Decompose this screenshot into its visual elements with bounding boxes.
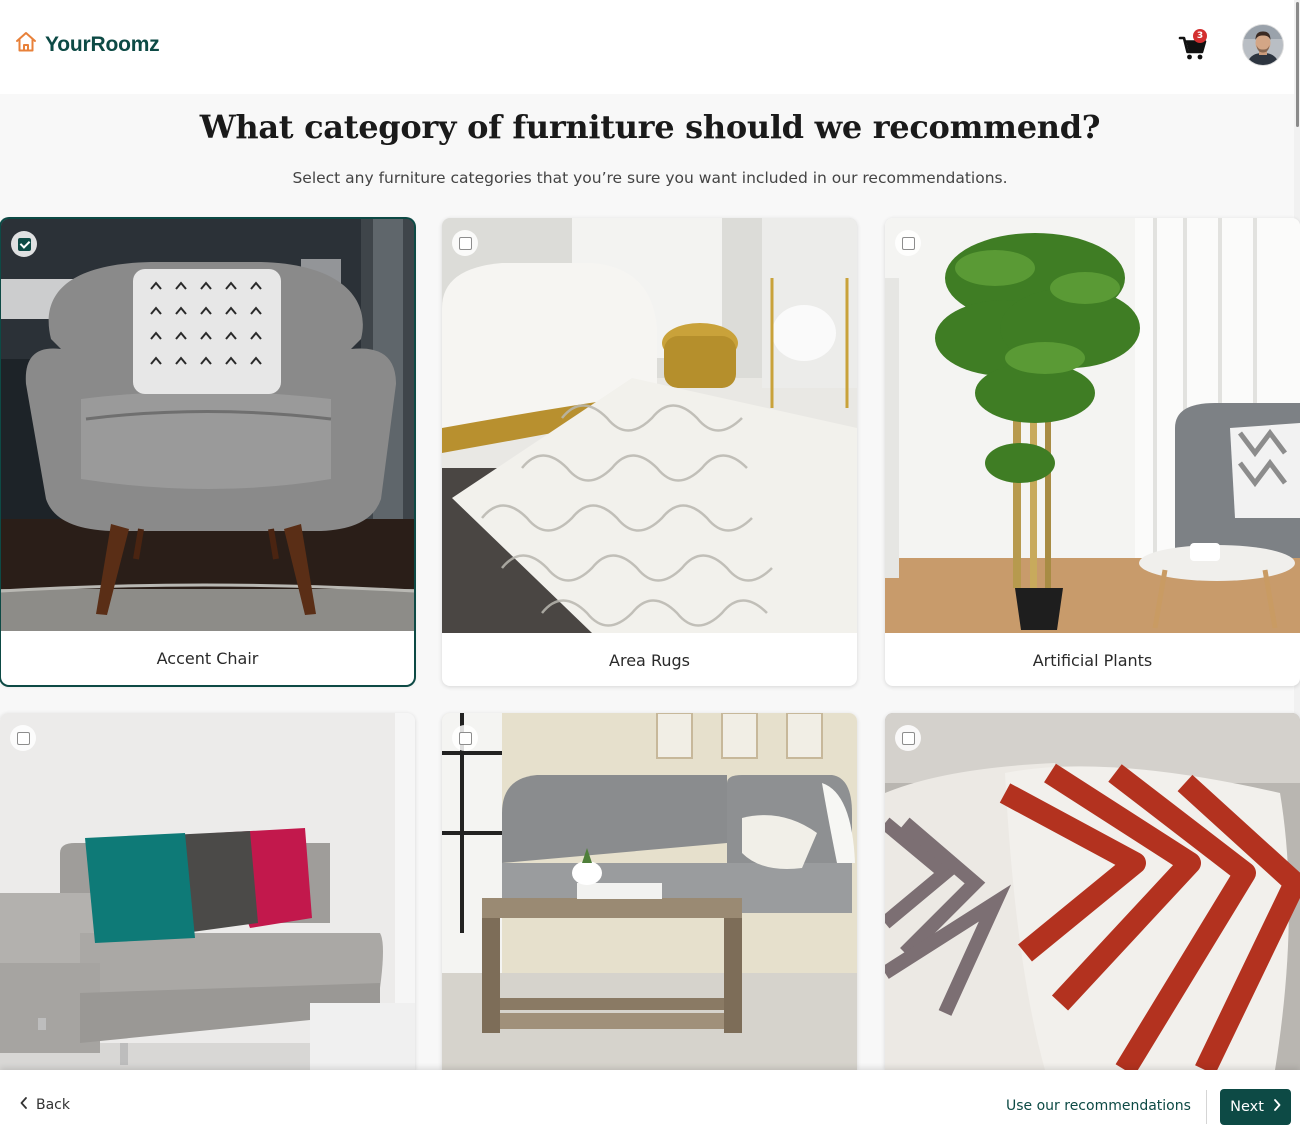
coffee-table-photo (442, 713, 857, 1070)
unchecked-box-icon (901, 236, 915, 250)
category-checkbox[interactable] (895, 230, 921, 256)
category-card-artificial-plants[interactable]: Artificial Plants (885, 218, 1300, 686)
chevron-right-icon (1273, 1099, 1281, 1115)
footer-action-bar: Back Use our recommendations Next (0, 1070, 1300, 1143)
category-card-area-rugs[interactable]: Area Rugs (442, 218, 857, 686)
category-label: Accent Chair (156, 649, 259, 668)
accent-chair-photo (1, 219, 414, 631)
category-card-accent-chair[interactable]: Accent Chair (1, 219, 414, 685)
shopping-cart-icon (1178, 36, 1208, 66)
unchecked-box-icon (458, 236, 472, 250)
top-nav: YourRoomz 3 (0, 0, 1300, 94)
area-rugs-photo (442, 218, 857, 633)
artificial-plants-photo (885, 218, 1300, 633)
cart-count-badge: 3 (1193, 29, 1207, 43)
category-checkbox[interactable] (10, 725, 36, 751)
checked-box-icon (17, 237, 31, 251)
use-recommendations-button[interactable]: Use our recommendations (1006, 1098, 1191, 1114)
category-card-4[interactable] (0, 713, 415, 1070)
throw-pillows-photo (885, 713, 1300, 1070)
next-label: Next (1230, 1099, 1264, 1115)
page-subtitle: Select any furniture categories that you… (292, 169, 1008, 187)
category-card-5[interactable] (442, 713, 857, 1070)
brand-logo[interactable]: YourRoomz (14, 30, 160, 59)
next-button[interactable]: Next (1220, 1089, 1291, 1125)
footer-divider (1206, 1090, 1207, 1124)
house-icon (14, 30, 38, 59)
category-checkbox[interactable] (452, 230, 478, 256)
unchecked-box-icon (901, 731, 915, 745)
back-label: Back (36, 1097, 70, 1113)
category-label: Artificial Plants (1032, 651, 1153, 670)
brand-name: YourRoomz (45, 32, 160, 56)
category-card-6[interactable] (885, 713, 1300, 1070)
unchecked-box-icon (458, 731, 472, 745)
user-avatar[interactable] (1243, 25, 1283, 65)
chevron-left-icon (20, 1097, 28, 1113)
category-checkbox[interactable] (895, 725, 921, 751)
unchecked-box-icon (16, 731, 30, 745)
category-checkbox[interactable] (452, 725, 478, 751)
category-checkbox[interactable] (11, 231, 37, 257)
sofa-with-pillows-photo (0, 713, 415, 1070)
cart-button[interactable]: 3 (1178, 29, 1210, 62)
category-label: Area Rugs (609, 651, 690, 670)
page-title: What category of furniture should we rec… (199, 108, 1101, 146)
back-button[interactable]: Back (20, 1097, 70, 1113)
